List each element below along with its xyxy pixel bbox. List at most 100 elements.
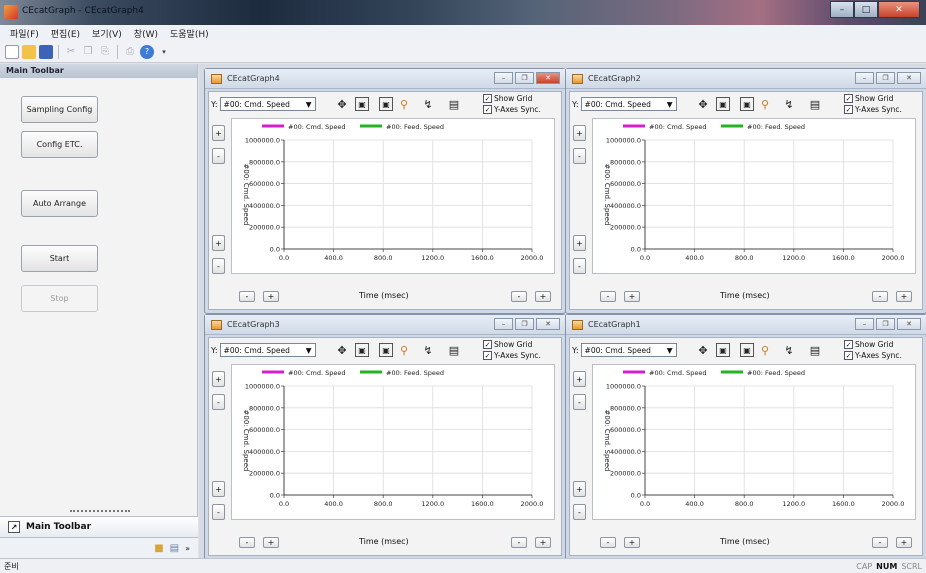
x-scroll-right-button[interactable]: + (896, 291, 912, 302)
graph-restore-button[interactable]: ❐ (876, 318, 895, 330)
y-zoom-in-button[interactable]: + (573, 371, 586, 387)
menu-edit[interactable]: 편집(E) (45, 27, 86, 40)
close-button[interactable]: ✕ (878, 1, 920, 18)
y-scroll-down-button[interactable]: - (212, 504, 225, 520)
y-zoom-out-button[interactable]: - (212, 148, 225, 164)
y-axes-sync-checkbox[interactable]: ✓ Y-Axes Sync. (844, 105, 902, 114)
graph-restore-button[interactable]: ❐ (515, 72, 534, 84)
start-button[interactable]: Start (21, 245, 98, 272)
x-zoom-out-button[interactable]: - (239, 537, 255, 548)
x-zoom-in-button[interactable]: + (263, 537, 279, 548)
show-grid-checkbox[interactable]: ✓ Show Grid (844, 340, 893, 349)
zoom-box-icon[interactable]: ▣ (355, 97, 369, 111)
y-scroll-up-button[interactable]: + (573, 481, 586, 497)
y-channel-dropdown[interactable]: #00: Cmd. Speed ▼ (219, 343, 316, 357)
x-zoom-out-button[interactable]: - (600, 537, 616, 548)
y-zoom-in-button[interactable]: + (212, 371, 225, 387)
pane-splitter-grip[interactable] (70, 510, 130, 512)
graph-restore-button[interactable]: ❐ (876, 72, 895, 84)
cut-icon[interactable]: ✂ (64, 45, 78, 59)
capture-icon[interactable]: ▣ (740, 343, 754, 357)
graph-window[interactable]: CEcatGraph1 – ❐ ✕ Y: #00: Cmd. Speed ▼ ✥… (565, 314, 926, 560)
plot-area[interactable]: #00: Cmd. Speed #00: Feed. Speed 1000000.0… (592, 118, 916, 274)
x-scroll-left-button[interactable]: - (511, 291, 527, 302)
x-scroll-right-button[interactable]: + (896, 537, 912, 548)
zoom-box-icon[interactable]: ▣ (355, 343, 369, 357)
plot-area[interactable]: #00: Cmd. Speed #00: Feed. Speed 1000000.0… (592, 364, 916, 520)
graph-close-button[interactable]: ✕ (536, 318, 560, 330)
y-zoom-in-button[interactable]: + (212, 125, 225, 141)
graph-window-titlebar[interactable]: CEcatGraph4 – ❐ ✕ (205, 69, 565, 89)
graph-close-button[interactable]: ✕ (897, 72, 921, 84)
x-scroll-right-button[interactable]: + (535, 537, 551, 548)
x-scroll-right-button[interactable]: + (535, 291, 551, 302)
open-folder-icon[interactable]: ​ (22, 44, 36, 59)
graph-window-titlebar[interactable]: CEcatGraph3 – ❐ ✕ (205, 315, 565, 335)
graph-minimize-button[interactable]: – (494, 318, 513, 330)
pan-icon[interactable]: ✥ (335, 97, 349, 111)
menu-window[interactable]: 창(W) (128, 27, 164, 40)
minimize-button[interactable]: – (830, 1, 854, 18)
chart-settings-icon[interactable]: ▤ (447, 343, 461, 357)
cursor-icon[interactable]: ↯ (782, 97, 796, 111)
y-axes-sync-checkbox[interactable]: ✓ Y-Axes Sync. (483, 351, 541, 360)
chart-settings-icon[interactable]: ▤ (808, 97, 822, 111)
zoom-icon[interactable]: ⚲ (758, 343, 772, 357)
copy-icon[interactable]: ❐ (81, 45, 95, 59)
show-grid-checkbox[interactable]: ✓ Show Grid (483, 94, 532, 103)
pan-icon[interactable]: ✥ (696, 343, 710, 357)
graph-close-button[interactable]: ✕ (897, 318, 921, 330)
menu-view[interactable]: 보기(V) (86, 27, 128, 40)
zoom-box-icon[interactable]: ▣ (716, 343, 730, 357)
y-axes-sync-checkbox[interactable]: ✓ Y-Axes Sync. (844, 351, 902, 360)
y-zoom-in-button[interactable]: + (573, 125, 586, 141)
x-scroll-left-button[interactable]: - (872, 291, 888, 302)
graph-restore-button[interactable]: ❐ (515, 318, 534, 330)
overflow-icon[interactable]: » (185, 544, 190, 553)
graph-minimize-button[interactable]: – (855, 72, 874, 84)
y-zoom-out-button[interactable]: - (212, 394, 225, 410)
folder-icon[interactable]: ■ (154, 543, 163, 554)
y-zoom-out-button[interactable]: - (573, 394, 586, 410)
graph-window[interactable]: CEcatGraph4 – ❐ ✕ Y: #00: Cmd. Speed ▼ ✥… (204, 68, 566, 314)
capture-icon[interactable]: ▣ (379, 343, 393, 357)
y-scroll-down-button[interactable]: - (573, 258, 586, 274)
graph-close-button[interactable]: ✕ (536, 72, 560, 84)
x-zoom-out-button[interactable]: - (239, 291, 255, 302)
chart-settings-icon[interactable]: ▤ (447, 97, 461, 111)
save-icon[interactable]: ​ (39, 44, 53, 59)
new-file-icon[interactable]: ​ (5, 44, 19, 59)
graph-window[interactable]: CEcatGraph2 – ❐ ✕ Y: #00: Cmd. Speed ▼ ✥… (565, 68, 926, 314)
paste-icon[interactable]: ⎘ (98, 45, 112, 59)
zoom-icon[interactable]: ⚲ (758, 97, 772, 111)
y-channel-dropdown[interactable]: #00: Cmd. Speed ▼ (580, 343, 677, 357)
config-etc-button[interactable]: Config ETC. (21, 131, 98, 158)
pan-icon[interactable]: ✥ (335, 343, 349, 357)
capture-icon[interactable]: ▣ (740, 97, 754, 111)
graph-window-titlebar[interactable]: CEcatGraph2 – ❐ ✕ (566, 69, 926, 89)
y-scroll-down-button[interactable]: - (212, 258, 225, 274)
y-channel-dropdown[interactable]: #00: Cmd. Speed ▼ (219, 97, 316, 111)
x-zoom-out-button[interactable]: - (600, 291, 616, 302)
y-scroll-up-button[interactable]: + (573, 235, 586, 251)
auto-arrange-button[interactable]: Auto Arrange (21, 190, 98, 217)
plot-area[interactable]: #00: Cmd. Speed #00: Feed. Speed 1000000.0… (231, 118, 555, 274)
y-scroll-up-button[interactable]: + (212, 481, 225, 497)
y-scroll-down-button[interactable]: - (573, 504, 586, 520)
show-grid-checkbox[interactable]: ✓ Show Grid (483, 340, 532, 349)
x-zoom-in-button[interactable]: + (624, 291, 640, 302)
zoom-icon[interactable]: ⚲ (397, 97, 411, 111)
graph-minimize-button[interactable]: – (494, 72, 513, 84)
cursor-icon[interactable]: ↯ (421, 97, 435, 111)
zoom-box-icon[interactable]: ▣ (716, 97, 730, 111)
x-scroll-left-button[interactable]: - (511, 537, 527, 548)
y-channel-dropdown[interactable]: #00: Cmd. Speed ▼ (580, 97, 677, 111)
help-icon[interactable]: ? (140, 44, 154, 59)
show-grid-checkbox[interactable]: ✓ Show Grid (844, 94, 893, 103)
capture-icon[interactable]: ▣ (379, 97, 393, 111)
x-scroll-left-button[interactable]: - (872, 537, 888, 548)
zoom-icon[interactable]: ⚲ (397, 343, 411, 357)
y-zoom-out-button[interactable]: - (573, 148, 586, 164)
y-scroll-up-button[interactable]: + (212, 235, 225, 251)
graph-window[interactable]: CEcatGraph3 – ❐ ✕ Y: #00: Cmd. Speed ▼ ✥… (204, 314, 566, 560)
